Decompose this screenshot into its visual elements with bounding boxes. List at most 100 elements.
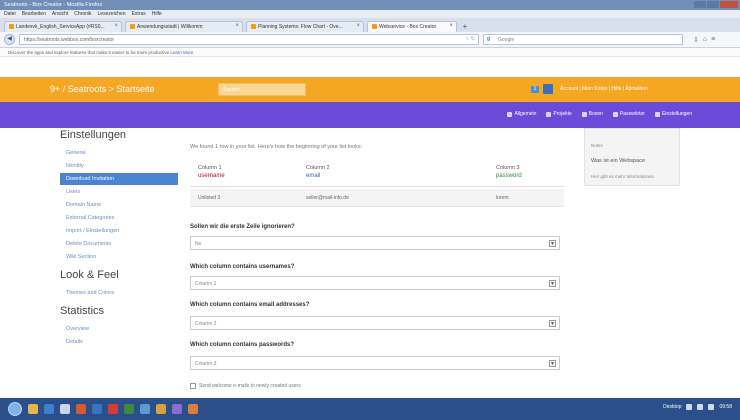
sidebar-item-general[interactable]: General [60, 147, 178, 159]
menu-ansicht[interactable]: Ansicht [52, 11, 68, 17]
sidebar-item-details[interactable]: Details [60, 336, 178, 348]
home-icon[interactable]: ⌂ [703, 36, 707, 44]
close-icon[interactable]: × [114, 23, 118, 29]
ie-icon[interactable] [44, 404, 54, 414]
skip-first-row-select[interactable]: No ▼ [190, 236, 560, 250]
app-header: 9+ / Seatroots > Startseite Suchen 1 Acc… [0, 77, 740, 102]
menu-chronik[interactable]: Chronik [74, 11, 91, 17]
sidebar-item-themes[interactable]: Themes and Colors [60, 287, 178, 299]
notice-link[interactable]: Learn More [170, 50, 193, 55]
clock[interactable]: 09:58 [719, 404, 732, 410]
sidebar-heading-settings: Einstellungen [60, 129, 127, 141]
dropdown-arrow-icon: ▼ [549, 360, 556, 367]
window-controls [694, 1, 738, 8]
menu-extras[interactable]: Extras [132, 11, 146, 17]
app-icon[interactable] [60, 404, 70, 414]
battery-icon[interactable] [708, 404, 715, 410]
browser-tab[interactable]: Anwendungsstadt | Willkomm × [125, 21, 243, 32]
menu-lesezeichen[interactable]: Lesezeichen [98, 11, 126, 17]
table-row: Unlisted 3 seller@mail-info.de lorem [190, 189, 564, 207]
browser-tab-active[interactable]: Webservice - Box Creator × [367, 21, 457, 32]
sidebar-item-domain-name[interactable]: Domain Name [60, 199, 178, 211]
browser-toolbar-icons: ⇩ ⌂ ≡ [693, 36, 715, 44]
table-cell: lorem [496, 195, 509, 201]
menu-icon[interactable]: ≡ [711, 36, 715, 44]
password-column-select[interactable]: Column 3 ▼ [190, 356, 560, 370]
sidebar-item-external-categories[interactable]: External Categories [60, 212, 178, 224]
nav-item-projekte[interactable]: Projekte [546, 111, 572, 117]
app-brand[interactable]: 9+ / Seatroots > Startseite [50, 84, 155, 94]
google-icon: g [487, 36, 491, 42]
paint-icon[interactable] [188, 404, 198, 414]
close-icon[interactable]: × [235, 23, 239, 29]
user-links[interactable]: Account | Mein Konto | Hilfe | Abmelden [560, 86, 648, 92]
volume-icon[interactable] [697, 404, 704, 410]
folder-icon[interactable] [156, 404, 166, 414]
help-link[interactable]: Was ist ein Webspace [585, 148, 679, 164]
sidebar-item-identity[interactable]: Identity [60, 160, 178, 172]
browser-search-input[interactable]: g Google [483, 34, 683, 45]
table-cell: seller@mail-info.de [306, 195, 349, 201]
help-more-link[interactable]: Hier gibt es mehr Informationen [585, 164, 679, 179]
tray-label: Desktop [663, 404, 682, 410]
start-button[interactable] [8, 402, 22, 416]
sidebar-heading-look-feel: Look & Feel [60, 269, 119, 281]
network-icon[interactable] [686, 404, 693, 410]
welcome-email-option: Send welcome e-mails to newly created us… [190, 383, 301, 389]
sidebar-item-users[interactable]: Users [60, 186, 178, 198]
username-column-select[interactable]: Column 1 ▼ [190, 276, 560, 290]
minimize-button[interactable] [694, 1, 706, 8]
url-bar[interactable]: https://seatroots.webbox.com/boxcreator … [19, 34, 479, 45]
menu-datei[interactable]: Datei [4, 11, 16, 17]
maximize-button[interactable] [707, 1, 719, 8]
new-tab-button[interactable]: + [460, 22, 470, 32]
column-name: username [198, 173, 225, 179]
firefox-icon[interactable] [76, 404, 86, 414]
dropdown-arrow-icon: ▼ [549, 320, 556, 327]
word-icon[interactable] [92, 404, 102, 414]
nav-item-boxen[interactable]: Boxen [581, 111, 603, 117]
excel-icon[interactable] [124, 404, 134, 414]
sidebar-item-import[interactable]: Import / Einstellungen [60, 225, 178, 237]
close-window-button[interactable] [720, 1, 738, 8]
tab-favicon-icon [372, 24, 377, 30]
reload-icon[interactable]: ☆ ↻ [465, 36, 475, 42]
tab-favicon-icon [9, 24, 14, 30]
sidebar-item-overview[interactable]: Overview [60, 323, 178, 335]
column-name: email [306, 173, 321, 179]
sidebar-item-download-invitation[interactable]: Download Invitation [60, 173, 178, 185]
email-column-select[interactable]: Column 2 ▼ [190, 316, 560, 330]
close-icon[interactable]: × [356, 23, 360, 29]
close-icon[interactable]: × [449, 23, 453, 29]
browser-tabstrip: Landesvk_English_ServiceApp (#RS0... × An… [0, 18, 740, 32]
table-cell: Unlisted 3 [198, 195, 221, 201]
explorer-icon[interactable] [28, 404, 38, 414]
column-header: Column 2 email [306, 165, 330, 179]
avatar[interactable] [543, 84, 553, 94]
notification-badge[interactable]: 1 [531, 86, 539, 93]
nav-item-einstellungen[interactable]: Einstellungen [654, 111, 692, 117]
outlook-icon[interactable] [140, 404, 150, 414]
menu-hilfe[interactable]: Hilfe [152, 11, 162, 17]
browser-tab[interactable]: Landesvk_English_ServiceApp (#RS0... × [4, 21, 122, 32]
powerpoint-icon[interactable] [108, 404, 118, 414]
welcome-email-checkbox[interactable] [190, 383, 196, 389]
table-header-row: Column 1 username Column 2 email Column … [190, 161, 564, 187]
nav-item-allgemein[interactable]: Allgemein [507, 111, 536, 117]
sidebar-heading-statistics: Statistics [60, 305, 105, 317]
onenote-icon[interactable] [172, 404, 182, 414]
window-titlebar: Seatroots - Box Creator - Mozilla Firefo… [0, 0, 740, 10]
welcome-email-label: Send welcome e-mails to newly created us… [199, 383, 301, 389]
back-button[interactable]: ◀ [4, 34, 15, 45]
browser-tab[interactable]: Planning Systems: Flow Chart - Ove... × [246, 21, 364, 32]
sidebar-item-delete-documents[interactable]: Delete Documents [60, 238, 178, 250]
nav-item-passwoerter[interactable]: Passwörter [612, 111, 645, 117]
browser-menubar: Datei Bearbeiten Ansicht Chronik Lesezei… [0, 10, 740, 18]
sidebar-item-wiki-section[interactable]: Wiki Section [60, 251, 178, 263]
app-search-input[interactable]: Suchen [218, 83, 306, 96]
question-email-column: Which column contains email addresses? [190, 302, 310, 308]
download-icon[interactable]: ⇩ [693, 36, 699, 44]
globe-icon [507, 111, 513, 117]
settings-sidebar: Einstellungen General Identity Download … [60, 128, 178, 398]
menu-bearbeiten[interactable]: Bearbeiten [22, 11, 46, 17]
